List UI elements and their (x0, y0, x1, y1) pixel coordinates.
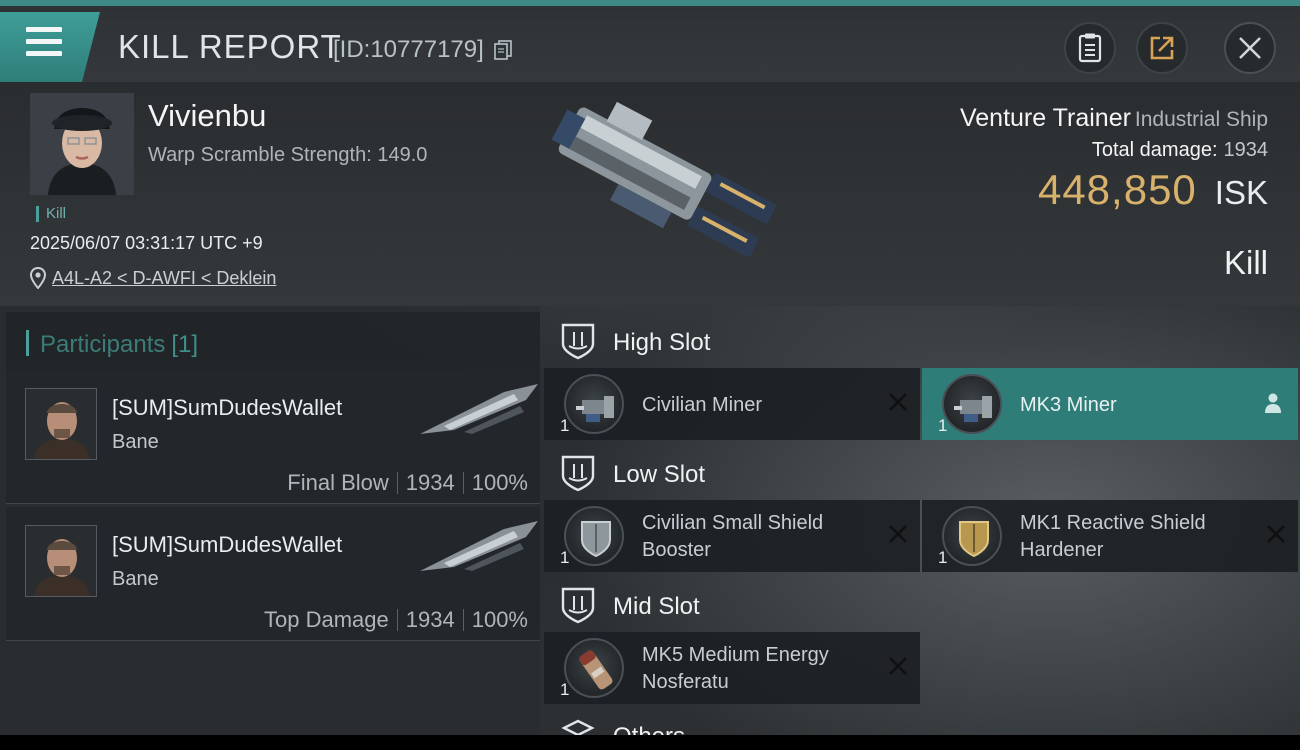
module-item[interactable]: 1 Civilian Miner (544, 368, 920, 440)
pilot-name: [SUM]SumDudesWallet (112, 395, 343, 420)
location-link[interactable]: A4L-A2 < D-AWFI < Deklein (52, 268, 276, 289)
pilot-ship: Bane (112, 568, 159, 590)
victim-panel: Vivienbu Warp Scramble Strength: 149.0 K… (0, 82, 1300, 306)
total-damage-value: 1934 (1223, 139, 1269, 161)
avatar (26, 526, 96, 596)
module-quantity: 1 (560, 416, 570, 435)
ship-name: Venture Trainer (959, 104, 1131, 132)
module-name: Civilian Small Shield Booster (642, 512, 824, 561)
module-name: MK5 Medium Energy Nosferatu (642, 644, 829, 693)
pilot-role: Top Damage (264, 607, 389, 632)
bottom-bar (0, 735, 1300, 750)
kill-tag: Kill (36, 206, 66, 222)
module-name: MK3 Miner (1020, 394, 1117, 416)
cargo-box-icon (561, 719, 595, 735)
attacker-ship-image (420, 384, 538, 434)
close-icon (1239, 37, 1261, 59)
low-slot-label: Low Slot (613, 461, 706, 488)
module-quantity: 1 (560, 548, 570, 567)
person-icon (1265, 393, 1281, 413)
close-button[interactable] (1224, 22, 1276, 74)
others-label: Others (613, 723, 685, 735)
page-title: KILL REPORT (118, 28, 342, 65)
kill-id: [ID:10777179] (333, 36, 484, 63)
attacker-ship-image (420, 521, 538, 571)
pilot-damage: 1934 (405, 470, 455, 495)
module-item[interactable]: 1 MK3 Miner (922, 368, 1298, 440)
module-name: MK1 Reactive Shield Hardener (1020, 512, 1206, 561)
shield-slot-icon (561, 455, 595, 492)
total-damage-label: Total damage: (1091, 139, 1218, 161)
x-icon (889, 393, 907, 411)
clipboard-icon (1078, 33, 1102, 63)
pilot-ship: Bane (112, 431, 159, 453)
victim-ship-image (551, 101, 777, 258)
module-quantity: 1 (560, 680, 570, 699)
participants-panel: Participants [1] [SUM]SumDudesWallet Bane (0, 306, 540, 735)
shield-booster-icon (564, 506, 624, 566)
copy-icon[interactable] (494, 40, 512, 60)
pilot-stats: Final Blow 1934 100% (287, 470, 528, 496)
module-quantity: 1 (938, 416, 948, 435)
ship-class: Industrial Ship (1134, 108, 1268, 131)
high-slot-label: High Slot (613, 329, 711, 356)
share-button[interactable] (1136, 22, 1188, 74)
header-bar: KILL REPORT [ID:10777179] (0, 6, 1300, 82)
isk-value: 448,850 (1037, 166, 1197, 213)
x-icon (1267, 525, 1285, 543)
module-name: Civilian Miner (642, 394, 763, 416)
avatar (30, 93, 134, 195)
pilot-damage: 1934 (405, 607, 455, 632)
mid-slot-label: Mid Slot (613, 593, 700, 620)
participants-title: Participants (40, 331, 166, 358)
x-icon (889, 525, 907, 543)
isk-unit: ISK (1214, 174, 1268, 211)
victim-portrait[interactable] (30, 93, 134, 195)
pilot-name: [SUM]SumDudesWallet (112, 532, 343, 557)
participant-card[interactable]: [SUM]SumDudesWallet Bane Top Damage 1934 1… (6, 507, 540, 641)
mining-laser-icon (564, 374, 624, 434)
participants-count: [1] (171, 331, 199, 358)
avatar (26, 389, 96, 459)
pilot-portrait (25, 525, 97, 597)
map-pin-icon (30, 267, 46, 289)
module-item[interactable]: 1 MK5 Medium Energy Nosferatu (544, 632, 920, 704)
fitting-panel: High Slot 1 Civilian Miner 1 MK3 Miner L… (540, 306, 1300, 735)
shield-hardener-icon (942, 506, 1002, 566)
kill-report-screen: KILL REPORT [ID:10777179] Vivienbu Warp … (0, 0, 1300, 735)
shield-slot-icon (561, 587, 595, 624)
menu-button[interactable] (0, 12, 100, 82)
mining-laser-icon (942, 374, 1002, 434)
participant-card[interactable]: [SUM]SumDudesWallet Bane Final Blow 1934 1… (6, 370, 540, 504)
report-button[interactable] (1064, 22, 1116, 74)
pilot-percent: 100% (471, 470, 528, 495)
pilot-role: Final Blow (287, 470, 389, 495)
pilot-percent: 100% (471, 607, 528, 632)
module-item[interactable]: 1 MK1 Reactive Shield Hardener (922, 500, 1298, 572)
kill-datetime: 2025/06/07 03:31:17 UTC +9 (30, 233, 263, 253)
pilot-stats: Top Damage 1934 100% (264, 607, 528, 633)
x-icon (889, 657, 907, 675)
shield-slot-icon (561, 323, 595, 360)
nosferatu-icon (564, 638, 624, 698)
pilot-portrait (25, 388, 97, 460)
ship-summary: Venture Trainer Industrial Ship Total dam… (960, 104, 1268, 214)
share-icon (1150, 36, 1174, 60)
kill-result: Kill (1223, 244, 1268, 281)
victim-name: Vivienbu (148, 98, 267, 133)
participants-header[interactable]: Participants [1] (6, 312, 540, 370)
module-quantity: 1 (938, 548, 948, 567)
module-item[interactable]: 1 Civilian Small Shield Booster (544, 500, 920, 572)
warp-scramble-strength: Warp Scramble Strength: 149.0 (148, 144, 428, 166)
